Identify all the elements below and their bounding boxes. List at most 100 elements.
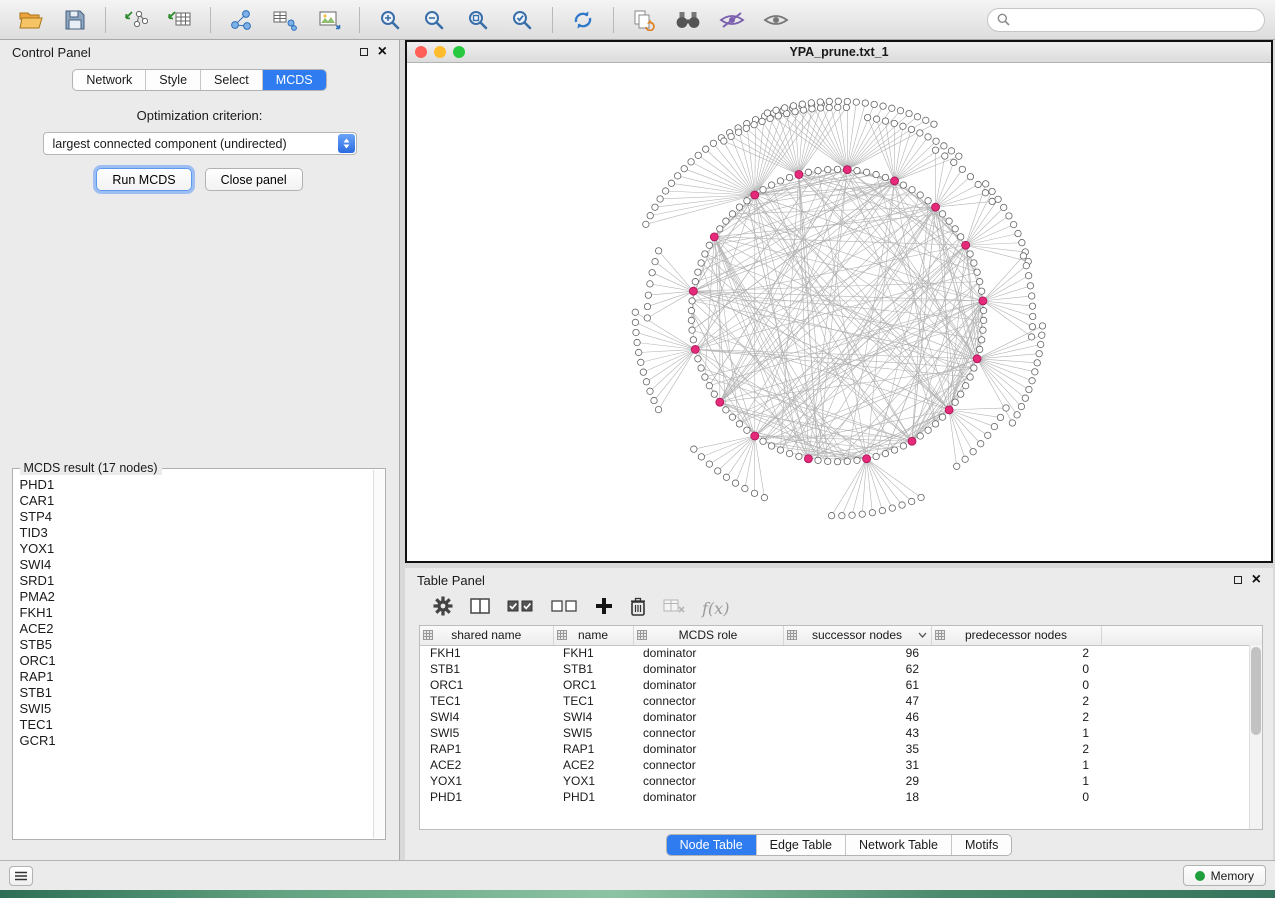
- result-node-orc1[interactable]: ORC1: [15, 653, 372, 669]
- control-panel-header: Control Panel ×: [0, 40, 399, 64]
- result-node-tid3[interactable]: TID3: [15, 525, 372, 541]
- result-node-fkh1[interactable]: FKH1: [15, 605, 372, 621]
- table-row-orc1[interactable]: ORC1ORC1dominator610: [420, 677, 1262, 693]
- export-image-button[interactable]: [308, 4, 350, 36]
- search-input[interactable]: [1015, 13, 1255, 27]
- delete-column-button[interactable]: [630, 597, 646, 621]
- toolbar-divider: [105, 7, 106, 33]
- toolbar-divider: [210, 7, 211, 33]
- result-node-stb1[interactable]: STB1: [15, 685, 372, 701]
- maximize-window-icon[interactable]: [453, 46, 465, 58]
- zoom-in-button[interactable]: [369, 4, 411, 36]
- close-panel-button[interactable]: Close panel: [205, 168, 303, 191]
- unchecked-boxes-icon: [551, 599, 578, 613]
- find-binoculars-icon: [675, 10, 701, 30]
- optimization-criterion-select[interactable]: largest connected component (undirected): [43, 132, 357, 155]
- result-node-phd1[interactable]: PHD1: [15, 477, 372, 493]
- run-mcds-button[interactable]: Run MCDS: [96, 168, 191, 191]
- table-row-rap1[interactable]: RAP1RAP1dominator352: [420, 741, 1262, 757]
- open-folder-icon: [19, 10, 43, 30]
- minimize-window-icon[interactable]: [434, 46, 446, 58]
- close-panel-icon[interactable]: ×: [378, 46, 387, 58]
- zoom-out-button[interactable]: [413, 4, 455, 36]
- tab-select[interactable]: Select: [201, 70, 263, 90]
- table-grid-icon: [637, 630, 647, 640]
- zoom-selected-button[interactable]: [501, 4, 543, 36]
- table-row-yox1[interactable]: YOX1YOX1connector291: [420, 773, 1262, 789]
- column-header-name[interactable]: name: [553, 626, 633, 645]
- result-node-yox1[interactable]: YOX1: [15, 541, 372, 557]
- scrollbar-thumb[interactable]: [1251, 647, 1261, 735]
- control-panel-tabs: NetworkStyleSelectMCDS: [72, 69, 326, 91]
- network-canvas[interactable]: [407, 63, 1271, 561]
- new-network-button[interactable]: [220, 4, 262, 36]
- column-header-MCDS-role[interactable]: MCDS role: [633, 626, 783, 645]
- table-row-tec1[interactable]: TEC1TEC1connector472: [420, 693, 1262, 709]
- result-node-car1[interactable]: CAR1: [15, 493, 372, 509]
- search-box[interactable]: [987, 8, 1265, 32]
- result-node-tec1[interactable]: TEC1: [15, 717, 372, 733]
- table-grid-icon: [787, 630, 797, 640]
- gear-icon: [433, 596, 453, 616]
- show-button[interactable]: [755, 4, 797, 36]
- hide-button[interactable]: [711, 4, 753, 36]
- search-icon: [997, 13, 1010, 26]
- show-columns-button[interactable]: [470, 597, 490, 620]
- import-table-button[interactable]: [159, 4, 201, 36]
- status-menu-button[interactable]: [9, 866, 33, 886]
- column-header-predecessor-nodes[interactable]: predecessor nodes: [931, 626, 1101, 645]
- hide-eye-slash-icon: [719, 10, 745, 30]
- tab-network-table[interactable]: Network Table: [846, 835, 952, 855]
- import-network-button[interactable]: [115, 4, 157, 36]
- result-node-ace2[interactable]: ACE2: [15, 621, 372, 637]
- tab-mcds[interactable]: MCDS: [263, 70, 326, 90]
- table-settings-button[interactable]: [433, 596, 453, 621]
- main-area: Control Panel × NetworkStyleSelectMCDS O…: [0, 40, 1275, 860]
- table-panel-tabs: Node TableEdge TableNetwork TableMotifs: [666, 834, 1013, 856]
- column-header-shared-name[interactable]: shared name: [420, 626, 553, 645]
- result-node-pma2[interactable]: PMA2: [15, 589, 372, 605]
- table-row-ace2[interactable]: ACE2ACE2connector311: [420, 757, 1262, 773]
- select-all-button[interactable]: [507, 599, 534, 618]
- table-row-phd1[interactable]: PHD1PHD1dominator180: [420, 789, 1262, 805]
- tab-edge-table[interactable]: Edge Table: [757, 835, 846, 855]
- open-session-button[interactable]: [10, 4, 52, 36]
- table-row-fkh1[interactable]: FKH1FKH1dominator962: [420, 645, 1262, 661]
- memory-button[interactable]: Memory: [1183, 865, 1266, 886]
- copy-network-button[interactable]: [623, 4, 665, 36]
- tab-node-table[interactable]: Node Table: [667, 835, 757, 855]
- result-node-stb5[interactable]: STB5: [15, 637, 372, 653]
- close-window-icon[interactable]: [415, 46, 427, 58]
- float-panel-icon[interactable]: [360, 48, 368, 56]
- table-row-swi5[interactable]: SWI5SWI5connector431: [420, 725, 1262, 741]
- zoom-fit-button[interactable]: [457, 4, 499, 36]
- result-node-stp4[interactable]: STP4: [15, 509, 372, 525]
- table-row-stb1[interactable]: STB1STB1dominator620: [420, 661, 1262, 677]
- result-node-swi4[interactable]: SWI4: [15, 557, 372, 573]
- refresh-button[interactable]: [562, 4, 604, 36]
- zoom-fit-icon: [467, 9, 489, 31]
- network-from-table-icon: [273, 9, 297, 31]
- new-network-icon: [230, 9, 252, 31]
- result-node-srd1[interactable]: SRD1: [15, 573, 372, 589]
- tab-style[interactable]: Style: [146, 70, 201, 90]
- save-session-button[interactable]: [54, 4, 96, 36]
- table-scrollbar[interactable]: [1249, 645, 1262, 829]
- result-node-gcr1[interactable]: GCR1: [15, 733, 372, 749]
- result-scrollbar[interactable]: [373, 470, 385, 838]
- toolbar-divider: [613, 7, 614, 33]
- result-node-swi5[interactable]: SWI5: [15, 701, 372, 717]
- status-bar: Memory: [0, 860, 1275, 890]
- table-row-swi4[interactable]: SWI4SWI4dominator462: [420, 709, 1262, 725]
- result-node-rap1[interactable]: RAP1: [15, 669, 372, 685]
- save-icon: [65, 10, 85, 30]
- tab-motifs[interactable]: Motifs: [952, 835, 1011, 855]
- network-from-table-button[interactable]: [264, 4, 306, 36]
- tab-network[interactable]: Network: [73, 70, 146, 90]
- find-button[interactable]: [667, 4, 709, 36]
- float-panel-icon[interactable]: [1234, 576, 1242, 584]
- deselect-all-button[interactable]: [551, 599, 578, 618]
- close-panel-icon[interactable]: ×: [1252, 574, 1261, 586]
- add-column-button[interactable]: [595, 597, 613, 620]
- column-header-successor-nodes[interactable]: successor nodes: [783, 626, 931, 645]
